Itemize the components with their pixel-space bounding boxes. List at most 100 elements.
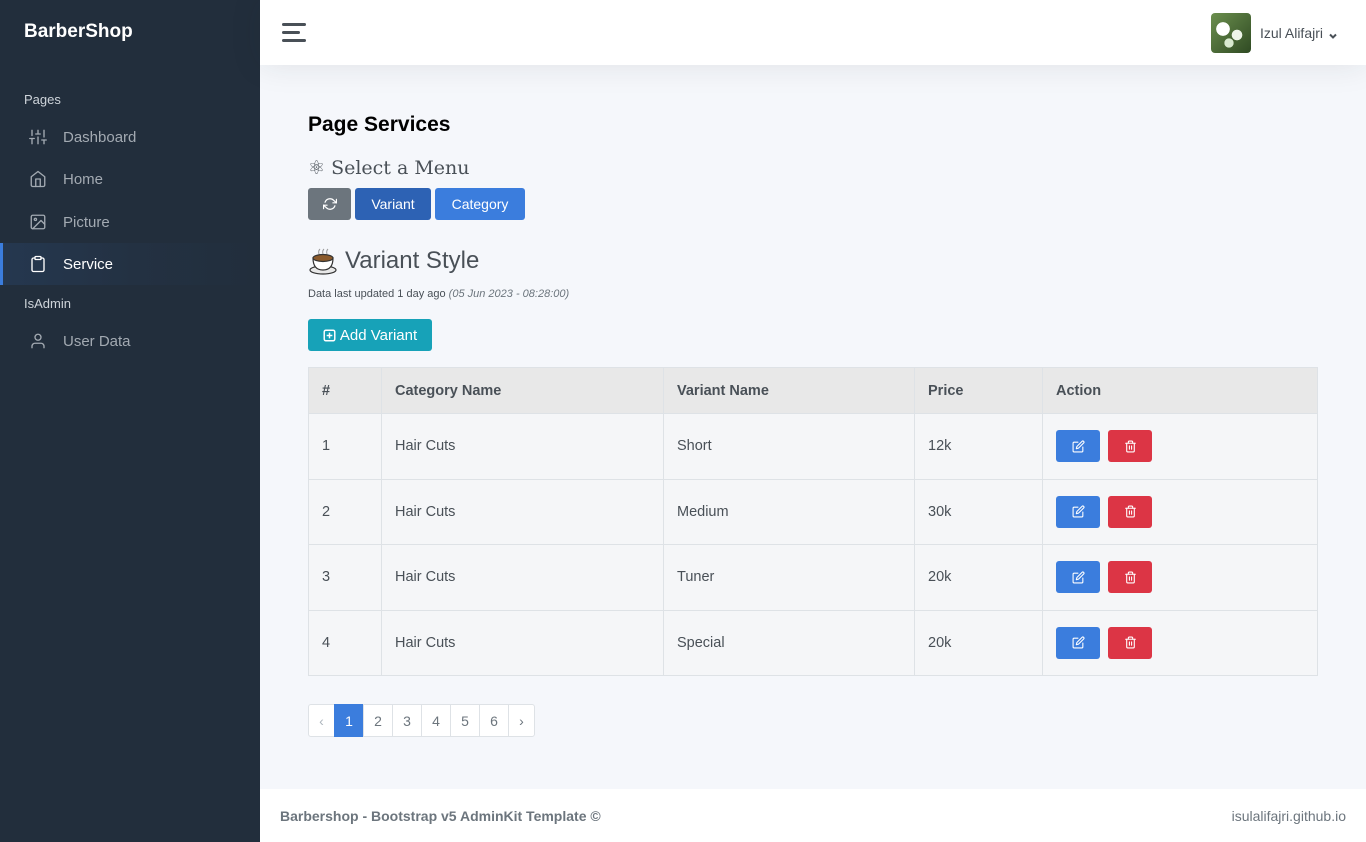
trash-icon bbox=[1124, 636, 1136, 649]
table-row: 2 Hair Cuts Medium 30k bbox=[308, 478, 1318, 545]
sidebar-item-label: Home bbox=[63, 170, 104, 188]
footer: Barbershop - Bootstrap v5 AdminKit Templ… bbox=[260, 789, 1366, 842]
cell-number: 2 bbox=[308, 478, 382, 545]
sidebar-item-label: User Data bbox=[63, 332, 131, 350]
cell-price: 30k bbox=[914, 478, 1043, 545]
sidebar-item-dashboard[interactable]: Dashboard bbox=[0, 116, 260, 158]
edit-button[interactable] bbox=[1056, 561, 1100, 594]
cell-category: Hair Cuts bbox=[381, 413, 664, 480]
trash-icon bbox=[1124, 440, 1136, 453]
select-menu-heading: ⚛ Select a Menu bbox=[308, 157, 470, 179]
image-icon bbox=[29, 213, 47, 231]
sidebar-item-home[interactable]: Home bbox=[0, 158, 260, 200]
cell-category: Hair Cuts bbox=[381, 478, 664, 545]
sidebar: BarberShop Pages Dashboard Home Picture … bbox=[0, 0, 260, 842]
pagination-page-5[interactable]: 5 bbox=[450, 704, 480, 737]
user-name: Izul Alifajri bbox=[1259, 25, 1323, 41]
refresh-button[interactable] bbox=[308, 188, 351, 220]
footer-link[interactable]: isulalifajri.github.io bbox=[1232, 808, 1346, 824]
trash-icon bbox=[1124, 571, 1136, 584]
edit-icon bbox=[1072, 440, 1085, 453]
delete-button[interactable] bbox=[1108, 626, 1153, 659]
nav-header-pages: Pages bbox=[24, 92, 61, 107]
pagination-page-4[interactable]: 4 bbox=[421, 704, 451, 737]
cell-category: Hair Cuts bbox=[381, 609, 664, 676]
cell-action bbox=[1042, 478, 1318, 545]
sidebar-item-label: Service bbox=[63, 255, 114, 273]
topbar: Izul Alifajri bbox=[260, 0, 1366, 65]
section-title: Variant Style bbox=[308, 246, 479, 276]
variant-table: # Category Name Variant Name Price Actio… bbox=[308, 367, 1318, 676]
edit-button[interactable] bbox=[1056, 495, 1100, 528]
updated-date: (05 Jun 2023 - 08:28:00) bbox=[448, 288, 570, 300]
table-row: 3 Hair Cuts Tuner 20k bbox=[308, 544, 1318, 611]
cell-number: 4 bbox=[308, 609, 382, 676]
updated-label: Data last updated 1 day ago bbox=[308, 288, 446, 300]
sidebar-item-label: Picture bbox=[63, 213, 110, 231]
column-header-action: Action bbox=[1042, 367, 1318, 414]
page-title-rest: Services bbox=[364, 113, 451, 136]
cell-number: 1 bbox=[308, 413, 382, 480]
section-title-text: Variant Style bbox=[345, 247, 480, 274]
add-variant-label: Add Variant bbox=[339, 326, 418, 344]
table-header-row: # Category Name Variant Name Price Actio… bbox=[308, 367, 1318, 414]
category-button[interactable]: Category bbox=[435, 188, 525, 220]
sidebar-item-label: Dashboard bbox=[63, 128, 137, 146]
edit-icon bbox=[1072, 505, 1085, 518]
menu-toggle-icon[interactable] bbox=[282, 23, 306, 42]
pagination-page-6[interactable]: 6 bbox=[479, 704, 509, 737]
cell-number: 3 bbox=[308, 544, 382, 611]
column-header-number: # bbox=[308, 367, 382, 414]
cell-variant: Medium bbox=[663, 478, 915, 545]
user-icon bbox=[29, 332, 47, 350]
cell-action bbox=[1042, 609, 1318, 676]
refresh-icon bbox=[322, 198, 337, 210]
chevron-down-icon bbox=[1328, 28, 1338, 39]
variant-button[interactable]: Variant bbox=[355, 188, 431, 220]
edit-button[interactable] bbox=[1056, 430, 1100, 463]
page-title-bold: Page bbox=[308, 113, 359, 136]
trash-icon bbox=[1124, 505, 1136, 518]
pagination-page-2[interactable]: 2 bbox=[363, 704, 393, 737]
pagination: ‹ 1 2 3 4 5 6 › bbox=[308, 704, 535, 737]
sidebar-item-service[interactable]: Service bbox=[0, 243, 260, 285]
cell-variant: Short bbox=[663, 413, 915, 480]
home-icon bbox=[29, 170, 47, 188]
cell-price: 12k bbox=[914, 413, 1043, 480]
cell-action bbox=[1042, 413, 1318, 480]
coffee-cup-icon bbox=[309, 248, 337, 275]
cell-price: 20k bbox=[914, 544, 1043, 611]
pagination-page-3[interactable]: 3 bbox=[392, 704, 422, 737]
add-variant-button[interactable]: Add Variant bbox=[308, 319, 432, 351]
cell-price: 20k bbox=[914, 609, 1043, 676]
user-dropdown[interactable]: Izul Alifajri bbox=[1210, 13, 1338, 53]
avatar bbox=[1210, 13, 1251, 53]
table-row: 4 Hair Cuts Special 20k bbox=[308, 609, 1318, 676]
brand-logo[interactable]: BarberShop bbox=[24, 21, 133, 43]
edit-button[interactable] bbox=[1056, 626, 1100, 659]
edit-icon bbox=[1072, 571, 1085, 584]
nav-header-admin: IsAdmin bbox=[24, 296, 71, 311]
column-header-category: Category Name bbox=[381, 367, 664, 414]
delete-button[interactable] bbox=[1108, 495, 1153, 528]
page-title: Page Services bbox=[308, 113, 450, 137]
edit-icon bbox=[1072, 636, 1085, 649]
column-header-variant: Variant Name bbox=[663, 367, 915, 414]
pagination-next[interactable]: › bbox=[508, 704, 535, 737]
pagination-prev[interactable]: ‹ bbox=[308, 704, 335, 737]
sliders-icon bbox=[29, 128, 47, 146]
footer-copyright: Barbershop - Bootstrap v5 AdminKit Templ… bbox=[280, 808, 601, 824]
cell-variant: Tuner bbox=[663, 544, 915, 611]
sidebar-item-picture[interactable]: Picture bbox=[0, 201, 260, 243]
clipboard-icon bbox=[29, 255, 47, 273]
pagination-page-1[interactable]: 1 bbox=[334, 704, 364, 737]
cell-variant: Special bbox=[663, 609, 915, 676]
cell-action bbox=[1042, 544, 1318, 611]
column-header-price: Price bbox=[914, 367, 1043, 414]
table-row: 1 Hair Cuts Short 12k bbox=[308, 413, 1318, 480]
sidebar-item-user-data[interactable]: User Data bbox=[0, 320, 260, 362]
last-updated-text: Data last updated 1 day ago (05 Jun 2023… bbox=[308, 288, 569, 300]
delete-button[interactable] bbox=[1108, 430, 1153, 463]
plus-square-icon bbox=[323, 328, 336, 342]
delete-button[interactable] bbox=[1108, 561, 1153, 594]
